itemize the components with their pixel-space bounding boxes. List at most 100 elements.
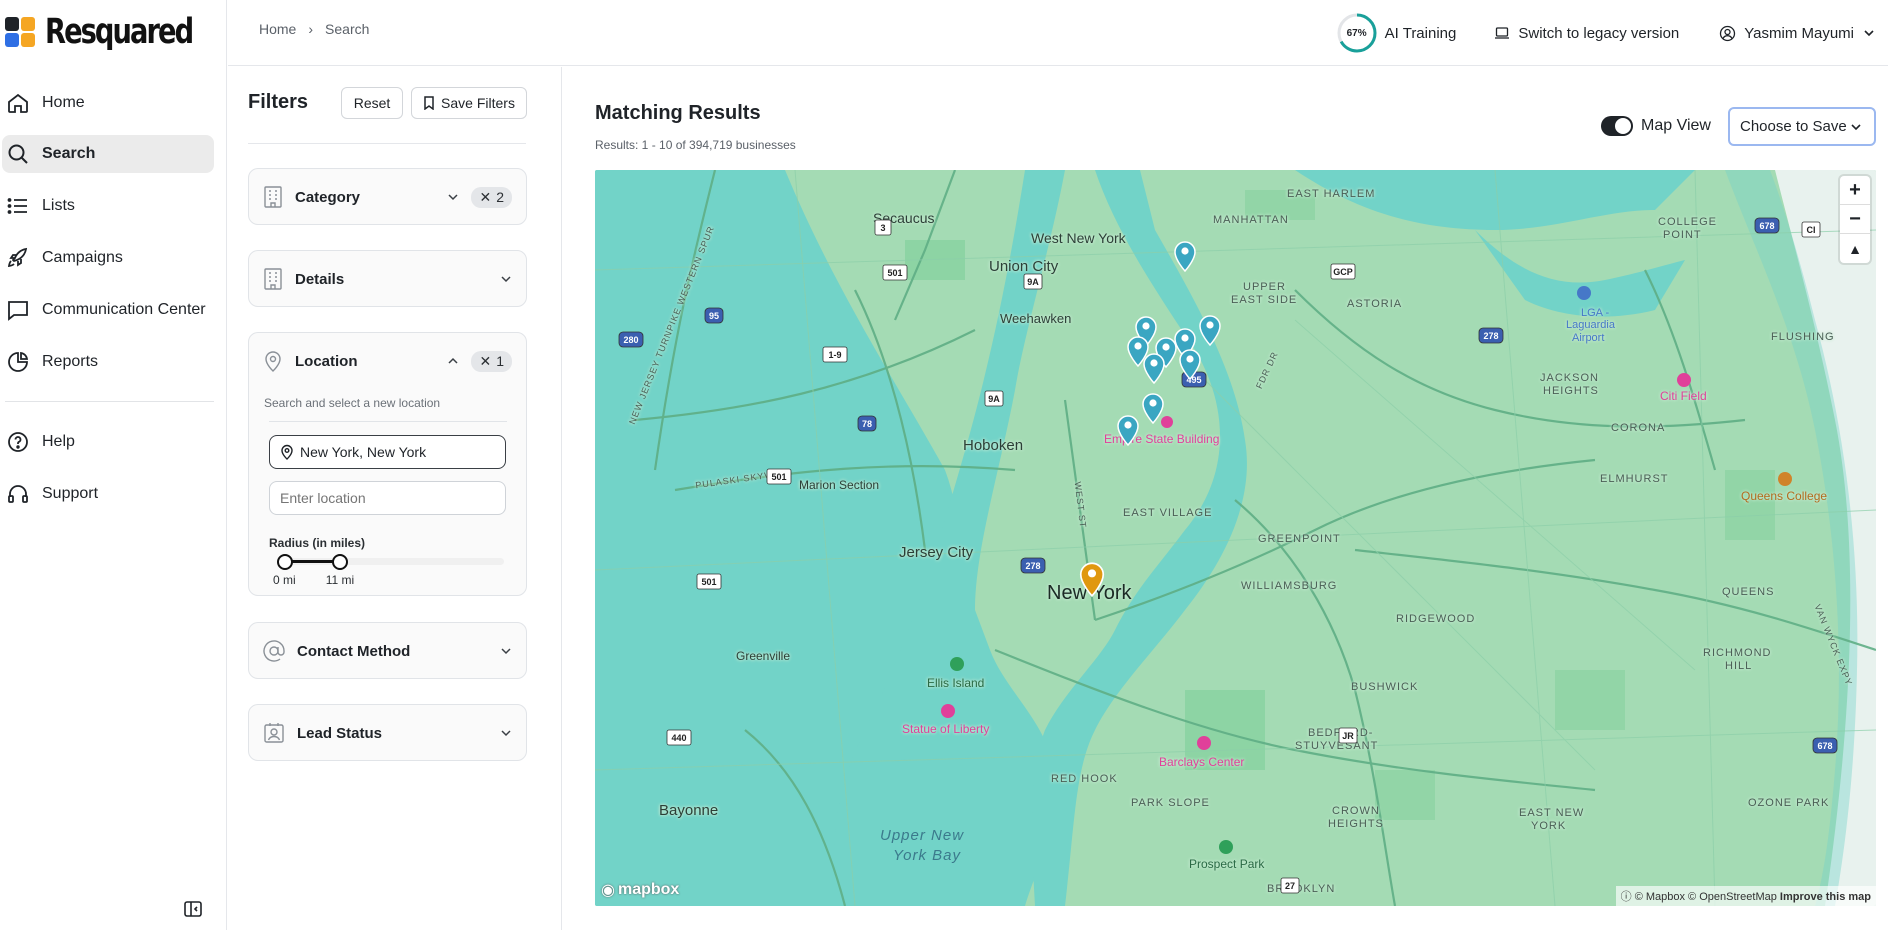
sidebar-item-reports[interactable]: Reports xyxy=(2,343,214,381)
mapbox-logo[interactable]: ◉ mapbox xyxy=(601,880,679,900)
map-label-jackson-heights-1: JACKSON xyxy=(1540,372,1599,384)
location-count-chip[interactable]: ✕ 1 xyxy=(471,350,512,372)
sidebar-item-label: Support xyxy=(42,485,99,502)
category-filter[interactable]: Category ✕ 2 xyxy=(248,168,527,225)
attribution-text[interactable]: © Mapbox © OpenStreetMap xyxy=(1635,891,1777,903)
result-pin-icon[interactable] xyxy=(1141,392,1165,424)
breadcrumb-home[interactable]: Home xyxy=(259,21,296,37)
search-center-pin-icon[interactable] xyxy=(1078,561,1106,597)
results-map[interactable]: Secaucus West New York Union City Weehaw… xyxy=(595,170,1876,906)
result-pin-icon[interactable] xyxy=(1116,414,1140,446)
results-count: Results: 1 - 10 of 394,719 businesses xyxy=(595,138,796,152)
map-pin-icon xyxy=(281,444,293,460)
contact-card-icon xyxy=(264,723,284,743)
reset-north-button[interactable]: ▲ xyxy=(1840,234,1870,263)
breadcrumb: Home › Search xyxy=(259,21,369,37)
location-label: Location xyxy=(295,352,358,370)
info-icon[interactable]: ⓘ xyxy=(1621,891,1632,903)
sidebar-item-label: Communication Center xyxy=(42,301,206,318)
map-label-jackson-heights-2: HEIGHTS xyxy=(1543,385,1599,397)
chevron-down-icon xyxy=(501,276,511,283)
map-label-ozone-park: OZONE PARK xyxy=(1748,797,1830,809)
result-pin-icon[interactable] xyxy=(1142,352,1166,384)
map-label-greenpoint: GREENPOINT xyxy=(1258,533,1341,545)
home-icon xyxy=(8,93,28,113)
map-label-queens-college: Queens College xyxy=(1741,489,1828,503)
pie-chart-icon xyxy=(8,351,29,372)
sidebar-item-support[interactable]: Support xyxy=(2,475,214,513)
sidebar-item-campaigns[interactable]: Campaigns xyxy=(2,239,214,277)
map-pin-icon xyxy=(265,351,281,372)
location-search-input[interactable] xyxy=(269,481,506,515)
map-label-lga-2: Laguardia xyxy=(1566,319,1615,331)
choose-to-save-dropdown[interactable]: Choose to Save xyxy=(1728,107,1876,146)
sidebar-item-lists[interactable]: Lists xyxy=(2,187,214,225)
top-bar: Home › Search 67% AI Training Switch to … xyxy=(228,0,1888,66)
logo-mark-icon xyxy=(5,13,37,51)
user-name: Yasmim Mayumi xyxy=(1744,24,1854,42)
reset-button[interactable]: Reset xyxy=(341,87,403,119)
sidebar-item-label: Help xyxy=(42,433,75,450)
ai-training-link[interactable]: 67% AI Training xyxy=(1337,13,1457,53)
clear-icon[interactable]: ✕ xyxy=(479,353,491,370)
mapbox-logo-text: mapbox xyxy=(617,881,680,898)
map-label-union-city: Union City xyxy=(989,258,1059,275)
details-filter[interactable]: Details xyxy=(248,250,527,307)
sidebar: Resquared Home Search Lists Campaigns Co… xyxy=(0,0,227,930)
choose-to-save-label: Choose to Save xyxy=(1740,118,1847,135)
filters-panel: Filters Reset Save Filters Category ✕ 2 … xyxy=(228,67,562,930)
ai-training-label: AI Training xyxy=(1384,24,1457,42)
result-pin-icon[interactable] xyxy=(1198,314,1222,346)
chevron-down-icon xyxy=(1864,30,1874,37)
legacy-version-link[interactable]: Switch to legacy version xyxy=(1494,25,1679,42)
map-zoom-controls: + − ▲ xyxy=(1840,176,1870,263)
user-circle-icon xyxy=(1720,25,1736,41)
map-label-bedford-1: BEDFORD- xyxy=(1308,727,1374,739)
map-view-toggle[interactable] xyxy=(1601,116,1633,136)
map-label-prospect-park: Prospect Park xyxy=(1189,857,1265,871)
details-label: Details xyxy=(295,270,345,288)
zoom-out-button[interactable]: − xyxy=(1840,205,1870,234)
bookmark-icon xyxy=(424,96,434,110)
map-label-hoboken: Hoboken xyxy=(963,437,1024,454)
sidebar-divider xyxy=(5,401,214,402)
sidebar-item-search[interactable]: Search xyxy=(2,135,214,173)
radius-max-handle[interactable] xyxy=(331,554,348,570)
user-menu[interactable]: Yasmim Mayumi xyxy=(1719,25,1876,42)
radius-min-handle[interactable] xyxy=(277,554,293,570)
brand-name: Resquared xyxy=(45,12,194,52)
category-count-chip[interactable]: ✕ 2 xyxy=(471,186,512,208)
list-icon xyxy=(7,198,27,214)
sidebar-item-communication-center[interactable]: Communication Center xyxy=(2,291,214,329)
building-icon xyxy=(264,186,282,208)
map-label-east-village: EAST VILLAGE xyxy=(1123,507,1213,519)
map-label-richmond-hill-2: HILL xyxy=(1725,660,1753,672)
zoom-in-button[interactable]: + xyxy=(1840,176,1870,205)
lead-status-filter[interactable]: Lead Status xyxy=(248,704,527,761)
brand-logo[interactable]: Resquared xyxy=(5,12,234,52)
map-label-elmhurst: ELMHURST xyxy=(1600,473,1669,485)
save-filters-button[interactable]: Save Filters xyxy=(411,87,527,119)
search-icon xyxy=(8,144,28,164)
chevron-down-icon xyxy=(501,730,511,737)
radius-min-value: 0 mi xyxy=(273,573,296,587)
map-label-statue-of-liberty: Statue of Liberty xyxy=(902,722,990,736)
sidebar-item-help[interactable]: Help xyxy=(2,423,214,461)
chevron-down-icon xyxy=(1851,123,1861,130)
contact-method-filter[interactable]: Contact Method xyxy=(248,622,527,679)
result-pin-icon[interactable] xyxy=(1173,240,1197,272)
map-label-williamsburg: WILLIAMSBURG xyxy=(1241,580,1338,592)
map-label-marion-section: Marion Section xyxy=(799,478,880,492)
sidebar-item-label: Campaigns xyxy=(42,249,123,266)
result-pin-icon[interactable] xyxy=(1178,348,1202,380)
legacy-version-label: Switch to legacy version xyxy=(1518,24,1680,42)
sidebar-item-home[interactable]: Home xyxy=(2,84,214,122)
improve-map-link[interactable]: Improve this map xyxy=(1780,891,1871,903)
location-filter-header[interactable]: Location ✕ 1 xyxy=(249,333,526,389)
clear-icon[interactable]: ✕ xyxy=(479,189,491,206)
collapse-sidebar-icon[interactable] xyxy=(183,899,203,919)
laptop-icon xyxy=(1495,27,1510,39)
radius-max-value: 11 mi xyxy=(325,573,355,587)
selected-location-field[interactable]: New York, New York xyxy=(269,435,506,469)
location-subtitle: Search and select a new location xyxy=(264,396,441,410)
